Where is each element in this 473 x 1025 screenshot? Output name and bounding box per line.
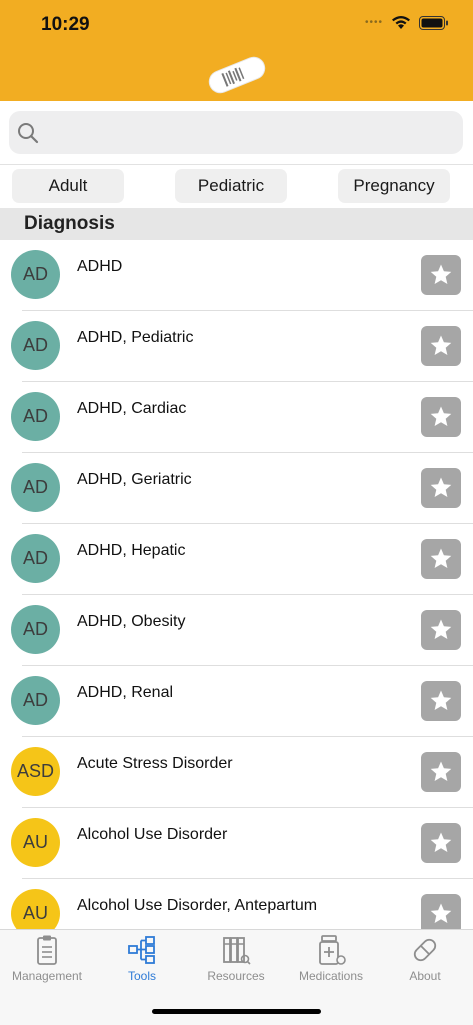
star-icon (430, 903, 452, 923)
home-indicator (152, 1009, 321, 1014)
star-icon (430, 335, 452, 355)
item-title: ADHD, Geriatric (77, 471, 192, 488)
tab-tools[interactable]: Tools (95, 930, 189, 990)
avatar: ASD (11, 747, 60, 796)
list-item[interactable]: AD ADHD, Renal (0, 666, 473, 737)
segment-pregnancy[interactable]: Pregnancy (338, 169, 450, 203)
battery-icon (419, 15, 448, 30)
star-icon (430, 264, 452, 284)
list-item[interactable]: AD ADHD, Geriatric (0, 453, 473, 524)
wifi-icon (392, 16, 410, 29)
favorite-button[interactable] (421, 681, 461, 721)
favorite-button[interactable] (421, 255, 461, 295)
list-item[interactable]: AD ADHD (0, 240, 473, 311)
list-item[interactable]: AU Alcohol Use Disorder, Antepartum (0, 879, 473, 929)
favorite-button[interactable] (421, 894, 461, 929)
population-filter: Adult Pediatric Pregnancy (0, 165, 473, 208)
favorite-button[interactable] (421, 326, 461, 366)
avatar: AD (11, 676, 60, 725)
item-title: ADHD, Pediatric (77, 329, 194, 346)
tab-about[interactable]: About (378, 930, 472, 990)
favorite-button[interactable] (421, 752, 461, 792)
star-icon (430, 477, 452, 497)
favorite-button[interactable] (421, 610, 461, 650)
app-logo-pill (208, 56, 266, 94)
list-item[interactable]: ASD Acute Stress Disorder (0, 737, 473, 808)
search-icon (18, 123, 39, 144)
item-title: Alcohol Use Disorder (77, 826, 228, 843)
favorite-button[interactable] (421, 468, 461, 508)
list-item[interactable]: AD ADHD, Pediatric (0, 311, 473, 382)
avatar: AD (11, 321, 60, 370)
status-indicators: •••• (365, 15, 449, 30)
avatar: AU (11, 889, 60, 929)
item-title: ADHD (77, 258, 123, 275)
item-title: ADHD, Obesity (77, 613, 186, 630)
tab-medications[interactable]: Medications (284, 930, 378, 990)
app-header: 10:29 •••• (0, 0, 473, 101)
item-title: Acute Stress Disorder (77, 755, 233, 772)
cellular-signal-icon: •••• (364, 17, 383, 28)
avatar: AD (11, 534, 60, 583)
segment-adult[interactable]: Adult (12, 169, 124, 203)
avatar: AD (11, 392, 60, 441)
tab-resources[interactable]: Resources (189, 930, 283, 990)
avatar: AD (11, 605, 60, 654)
item-title: ADHD, Renal (77, 684, 174, 701)
favorite-button[interactable] (421, 823, 461, 863)
search-area (0, 101, 473, 165)
segment-pediatric[interactable]: Pediatric (175, 169, 287, 203)
tab-management[interactable]: Management (0, 930, 94, 990)
books-icon (223, 937, 251, 965)
star-icon (430, 619, 452, 639)
avatar: AD (11, 250, 60, 299)
clipboard-icon (37, 935, 57, 965)
tab-label: About (409, 969, 441, 983)
item-title: Alcohol Use Disorder, Antepartum (77, 897, 318, 914)
star-icon (430, 548, 452, 568)
avatar: AU (11, 818, 60, 867)
avatar: AD (11, 463, 60, 512)
favorite-button[interactable] (421, 539, 461, 579)
status-time: 10:29 (41, 14, 90, 35)
star-icon (430, 690, 452, 710)
item-title: ADHD, Cardiac (77, 400, 187, 417)
list-item[interactable]: AD ADHD, Hepatic (0, 524, 473, 595)
favorite-button[interactable] (421, 397, 461, 437)
pill-icon (413, 938, 437, 962)
item-title: ADHD, Hepatic (77, 542, 186, 559)
star-icon (430, 832, 452, 852)
tab-label: Medications (298, 969, 364, 983)
section-title: Diagnosis (24, 213, 115, 234)
tab-label: Tools (127, 969, 156, 983)
medication-bottle-icon (319, 935, 346, 965)
section-header: Diagnosis (0, 208, 473, 240)
star-icon (430, 406, 452, 426)
list-item[interactable]: AD ADHD, Cardiac (0, 382, 473, 453)
search-input[interactable] (9, 111, 463, 154)
star-icon (430, 761, 452, 781)
tab-label: Resources (207, 969, 265, 983)
tab-label: Management (11, 969, 83, 983)
list-item[interactable]: AD ADHD, Obesity (0, 595, 473, 666)
diagnosis-list: AD ADHD AD ADHD, Pediatric AD ADHD, Card… (0, 240, 473, 929)
list-item[interactable]: AU Alcohol Use Disorder (0, 808, 473, 879)
tree-icon (128, 936, 155, 964)
